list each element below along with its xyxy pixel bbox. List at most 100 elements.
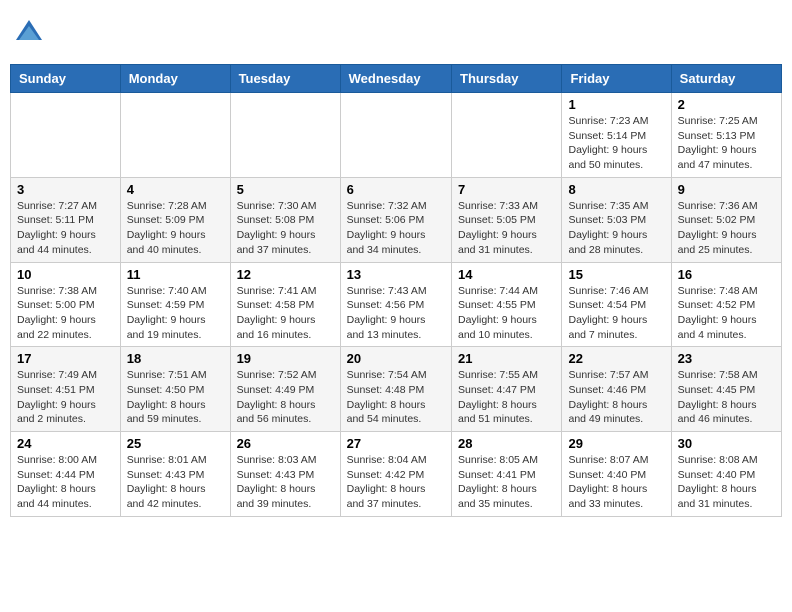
day-number: 16 [678, 267, 775, 282]
day-info: Sunrise: 7:32 AM Sunset: 5:06 PM Dayligh… [347, 199, 445, 258]
day-number: 11 [127, 267, 224, 282]
calendar-cell [340, 93, 451, 178]
day-number: 28 [458, 436, 555, 451]
calendar-cell: 28 Sunrise: 8:05 AM Sunset: 4:41 PM Dayli… [452, 432, 562, 517]
calendar-cell: 22 Sunrise: 7:57 AM Sunset: 4:46 PM Dayli… [562, 347, 671, 432]
day-info: Sunrise: 7:41 AM Sunset: 4:58 PM Dayligh… [237, 284, 334, 343]
day-number: 29 [568, 436, 664, 451]
calendar-cell: 6 Sunrise: 7:32 AM Sunset: 5:06 PM Daylig… [340, 177, 451, 262]
weekday-header-thursday: Thursday [452, 65, 562, 93]
calendar-cell: 5 Sunrise: 7:30 AM Sunset: 5:08 PM Daylig… [230, 177, 340, 262]
day-number: 5 [237, 182, 334, 197]
day-number: 6 [347, 182, 445, 197]
day-info: Sunrise: 8:08 AM Sunset: 4:40 PM Dayligh… [678, 453, 775, 512]
calendar-cell [452, 93, 562, 178]
day-info: Sunrise: 7:44 AM Sunset: 4:55 PM Dayligh… [458, 284, 555, 343]
day-number: 3 [17, 182, 114, 197]
day-number: 17 [17, 351, 114, 366]
day-info: Sunrise: 7:54 AM Sunset: 4:48 PM Dayligh… [347, 368, 445, 427]
day-info: Sunrise: 7:55 AM Sunset: 4:47 PM Dayligh… [458, 368, 555, 427]
calendar-cell: 8 Sunrise: 7:35 AM Sunset: 5:03 PM Daylig… [562, 177, 671, 262]
day-info: Sunrise: 8:07 AM Sunset: 4:40 PM Dayligh… [568, 453, 664, 512]
calendar-cell [11, 93, 121, 178]
day-info: Sunrise: 7:58 AM Sunset: 4:45 PM Dayligh… [678, 368, 775, 427]
day-number: 30 [678, 436, 775, 451]
calendar-cell: 20 Sunrise: 7:54 AM Sunset: 4:48 PM Dayli… [340, 347, 451, 432]
calendar-cell: 3 Sunrise: 7:27 AM Sunset: 5:11 PM Daylig… [11, 177, 121, 262]
day-number: 23 [678, 351, 775, 366]
day-info: Sunrise: 7:46 AM Sunset: 4:54 PM Dayligh… [568, 284, 664, 343]
calendar-cell: 2 Sunrise: 7:25 AM Sunset: 5:13 PM Daylig… [671, 93, 781, 178]
day-number: 27 [347, 436, 445, 451]
day-info: Sunrise: 7:48 AM Sunset: 4:52 PM Dayligh… [678, 284, 775, 343]
calendar-cell: 25 Sunrise: 8:01 AM Sunset: 4:43 PM Dayli… [120, 432, 230, 517]
calendar-cell: 15 Sunrise: 7:46 AM Sunset: 4:54 PM Dayli… [562, 262, 671, 347]
day-info: Sunrise: 7:38 AM Sunset: 5:00 PM Dayligh… [17, 284, 114, 343]
day-info: Sunrise: 7:43 AM Sunset: 4:56 PM Dayligh… [347, 284, 445, 343]
day-number: 19 [237, 351, 334, 366]
day-number: 4 [127, 182, 224, 197]
day-info: Sunrise: 8:01 AM Sunset: 4:43 PM Dayligh… [127, 453, 224, 512]
logo-icon [14, 18, 44, 48]
day-number: 20 [347, 351, 445, 366]
weekday-header-monday: Monday [120, 65, 230, 93]
day-info: Sunrise: 8:03 AM Sunset: 4:43 PM Dayligh… [237, 453, 334, 512]
day-number: 26 [237, 436, 334, 451]
day-number: 15 [568, 267, 664, 282]
day-info: Sunrise: 7:40 AM Sunset: 4:59 PM Dayligh… [127, 284, 224, 343]
day-number: 12 [237, 267, 334, 282]
calendar-cell [120, 93, 230, 178]
day-info: Sunrise: 7:36 AM Sunset: 5:02 PM Dayligh… [678, 199, 775, 258]
day-info: Sunrise: 7:52 AM Sunset: 4:49 PM Dayligh… [237, 368, 334, 427]
day-info: Sunrise: 8:00 AM Sunset: 4:44 PM Dayligh… [17, 453, 114, 512]
logo [14, 18, 46, 48]
weekday-header-tuesday: Tuesday [230, 65, 340, 93]
calendar-cell: 30 Sunrise: 8:08 AM Sunset: 4:40 PM Dayli… [671, 432, 781, 517]
weekday-header-friday: Friday [562, 65, 671, 93]
day-number: 2 [678, 97, 775, 112]
day-info: Sunrise: 7:57 AM Sunset: 4:46 PM Dayligh… [568, 368, 664, 427]
calendar-cell: 4 Sunrise: 7:28 AM Sunset: 5:09 PM Daylig… [120, 177, 230, 262]
day-number: 13 [347, 267, 445, 282]
weekday-header-saturday: Saturday [671, 65, 781, 93]
calendar-cell: 11 Sunrise: 7:40 AM Sunset: 4:59 PM Dayli… [120, 262, 230, 347]
calendar-cell: 12 Sunrise: 7:41 AM Sunset: 4:58 PM Dayli… [230, 262, 340, 347]
calendar-cell: 9 Sunrise: 7:36 AM Sunset: 5:02 PM Daylig… [671, 177, 781, 262]
calendar-cell [230, 93, 340, 178]
day-number: 10 [17, 267, 114, 282]
calendar-cell: 18 Sunrise: 7:51 AM Sunset: 4:50 PM Dayli… [120, 347, 230, 432]
day-number: 25 [127, 436, 224, 451]
day-number: 21 [458, 351, 555, 366]
calendar-cell: 13 Sunrise: 7:43 AM Sunset: 4:56 PM Dayli… [340, 262, 451, 347]
day-number: 9 [678, 182, 775, 197]
day-number: 1 [568, 97, 664, 112]
calendar-cell: 23 Sunrise: 7:58 AM Sunset: 4:45 PM Dayli… [671, 347, 781, 432]
day-number: 18 [127, 351, 224, 366]
day-info: Sunrise: 7:23 AM Sunset: 5:14 PM Dayligh… [568, 114, 664, 173]
day-info: Sunrise: 7:51 AM Sunset: 4:50 PM Dayligh… [127, 368, 224, 427]
calendar-cell: 26 Sunrise: 8:03 AM Sunset: 4:43 PM Dayli… [230, 432, 340, 517]
calendar-cell: 7Sunrise: 7:33 AM Sunset: 5:05 PM Daylig… [452, 177, 562, 262]
header [10, 10, 782, 56]
day-info: Sunrise: 7:27 AM Sunset: 5:11 PM Dayligh… [17, 199, 114, 258]
weekday-header-wednesday: Wednesday [340, 65, 451, 93]
day-number: 24 [17, 436, 114, 451]
calendar-cell: 1 Sunrise: 7:23 AM Sunset: 5:14 PM Daylig… [562, 93, 671, 178]
calendar-cell: 16 Sunrise: 7:48 AM Sunset: 4:52 PM Dayli… [671, 262, 781, 347]
day-number: 8 [568, 182, 664, 197]
calendar-cell: 24 Sunrise: 8:00 AM Sunset: 4:44 PM Dayli… [11, 432, 121, 517]
day-info: Sunrise: 7:28 AM Sunset: 5:09 PM Dayligh… [127, 199, 224, 258]
day-number: 7 [458, 182, 555, 197]
calendar-cell: 19 Sunrise: 7:52 AM Sunset: 4:49 PM Dayli… [230, 347, 340, 432]
day-number: 22 [568, 351, 664, 366]
calendar-cell: 29 Sunrise: 8:07 AM Sunset: 4:40 PM Dayli… [562, 432, 671, 517]
day-number: 14 [458, 267, 555, 282]
day-info: Sunrise: 8:05 AM Sunset: 4:41 PM Dayligh… [458, 453, 555, 512]
calendar: SundayMondayTuesdayWednesdayThursdayFrid… [10, 64, 782, 517]
day-info: Sunrise: 7:35 AM Sunset: 5:03 PM Dayligh… [568, 199, 664, 258]
calendar-cell: 17Sunrise: 7:49 AM Sunset: 4:51 PM Dayli… [11, 347, 121, 432]
day-info: Sunrise: 7:30 AM Sunset: 5:08 PM Dayligh… [237, 199, 334, 258]
day-info: Sunrise: 7:25 AM Sunset: 5:13 PM Dayligh… [678, 114, 775, 173]
calendar-cell: 10 Sunrise: 7:38 AM Sunset: 5:00 PM Dayli… [11, 262, 121, 347]
day-info: Sunrise: 8:04 AM Sunset: 4:42 PM Dayligh… [347, 453, 445, 512]
